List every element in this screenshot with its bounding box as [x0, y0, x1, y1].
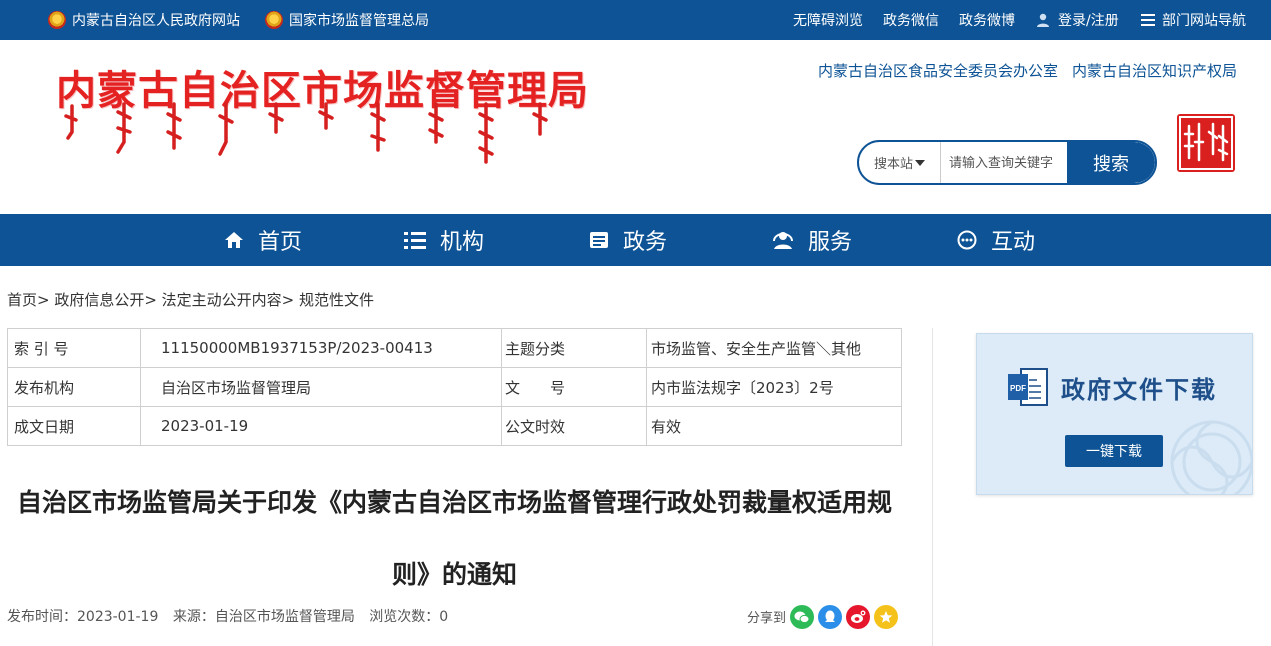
link-wechat[interactable]: 政务微信	[883, 0, 939, 40]
view-count: 浏览次数：0	[369, 609, 449, 625]
seal-logo	[1177, 114, 1235, 172]
value-validity: 有效	[646, 406, 902, 446]
home-icon	[225, 232, 243, 248]
pdf-icon: PDF	[1008, 368, 1048, 406]
nav-interaction[interactable]: 互动	[957, 214, 1035, 266]
link-ip-office[interactable]: 内蒙古自治区知识产权局	[1072, 60, 1237, 81]
mongolian-script-logo	[64, 102, 548, 164]
table-row: 发布机构 自治区市场监督管理局 文 号 内市监法规字〔2023〕2号	[7, 367, 902, 407]
chevron-down-icon	[915, 159, 925, 166]
menu-icon	[1141, 14, 1155, 26]
top-bar: 内蒙古自治区人民政府网站 国家市场监督管理总局 无障碍浏览 政务微信 政务微博 …	[0, 0, 1271, 40]
publish-date: 发布时间：2023-01-19	[7, 609, 159, 625]
qq-icon	[825, 610, 836, 622]
wechat-icon	[794, 611, 810, 623]
label-date: 成文日期	[7, 406, 141, 446]
label-index-number: 索 引 号	[7, 328, 141, 368]
header: 内蒙古自治区市场监督管理局 内蒙古自治区食品安全委员会办公室 内蒙古自治区知识产…	[0, 40, 1271, 214]
service-icon	[773, 232, 793, 249]
link-accessibility[interactable]: 无障碍浏览	[793, 0, 863, 40]
search-box: 搜本站 搜索	[857, 140, 1157, 185]
star-icon	[879, 610, 893, 623]
share-bar: 分享到	[747, 603, 899, 630]
table-row: 索 引 号 11150000MB1937153P/2023-00413 主题分类…	[7, 328, 902, 368]
search-scope-dropdown[interactable]: 搜本站	[859, 142, 941, 183]
link-weibo[interactable]: 政务微博	[959, 0, 1015, 40]
document-meta: 发布时间：2023-01-19 来源：自治区市场监督管理局 浏览次数：0	[7, 606, 458, 626]
download-panel: PDF 政府文件下载 一键下载	[976, 333, 1253, 495]
share-label: 分享到	[747, 611, 787, 626]
link-samr[interactable]: 国家市场监督管理总局	[265, 0, 429, 40]
search-button[interactable]: 搜索	[1067, 142, 1155, 183]
label-topic: 主题分类	[501, 328, 647, 368]
link-food-safety-office[interactable]: 内蒙古自治区食品安全委员会办公室	[818, 60, 1058, 81]
breadcrumb[interactable]: 首页> 政府信息公开> 法定主动公开内容> 规范性文件	[7, 289, 374, 310]
label-validity: 公文时效	[501, 406, 647, 446]
document-title: 自治区市场监管局关于印发《内蒙古自治区市场监督管理行政处罚裁量权适用规 则》的通…	[7, 467, 902, 611]
label-document-number: 文 号	[501, 367, 647, 407]
share-wechat-button[interactable]	[790, 604, 815, 629]
one-click-download-button[interactable]: 一键下载	[1065, 435, 1163, 467]
share-weibo-button[interactable]	[846, 604, 871, 629]
link-inner-mongolia-gov[interactable]: 内蒙古自治区人民政府网站	[48, 0, 240, 40]
header-links: 内蒙古自治区食品安全委员会办公室 内蒙古自治区知识产权局	[818, 60, 1237, 81]
list-icon	[404, 232, 426, 249]
table-row: 成文日期 2023-01-19 公文时效 有效	[7, 406, 902, 446]
value-document-number: 内市监法规字〔2023〕2号	[646, 367, 902, 407]
national-emblem-icon	[265, 11, 283, 29]
document-title-line-2: 则》的通知	[391, 560, 517, 589]
download-title: 政府文件下载	[1061, 375, 1217, 404]
value-date: 2023-01-19	[140, 406, 502, 446]
search-input[interactable]	[941, 155, 1069, 170]
document-title-line-1: 自治区市场监管局关于印发《内蒙古自治区市场监督管理行政处罚裁量权适用规	[16, 488, 892, 517]
nav-government-affairs[interactable]: 政务	[589, 214, 667, 266]
nav-home[interactable]: 首页	[224, 214, 302, 266]
user-icon	[1037, 13, 1049, 27]
value-index-number: 11150000MB1937153P/2023-00413	[140, 328, 502, 368]
document-icon	[590, 232, 608, 248]
value-topic: 市场监管、安全生产监管＼其他	[646, 328, 902, 368]
decorative-pattern-icon	[1170, 420, 1252, 494]
label-publisher: 发布机构	[7, 367, 141, 407]
nav-services[interactable]: 服务	[772, 214, 852, 266]
national-emblem-icon	[48, 11, 66, 29]
dept-nav-link[interactable]: 部门网站导航	[1141, 0, 1246, 40]
nav-organization[interactable]: 机构	[404, 214, 484, 266]
weibo-icon	[851, 610, 866, 623]
main-nav: 首页 机构 政务 服务 互动	[0, 214, 1271, 266]
chat-icon	[957, 230, 977, 250]
column-divider	[932, 328, 933, 646]
svg-text:PDF: PDF	[1010, 384, 1026, 393]
share-qzone-button[interactable]	[874, 604, 899, 629]
document-source: 来源：自治区市场监督管理局	[172, 609, 355, 625]
value-publisher: 自治区市场监督管理局	[140, 367, 502, 407]
login-link[interactable]: 登录/注册	[1036, 0, 1119, 40]
document-info-table: 索 引 号 11150000MB1937153P/2023-00413 主题分类…	[7, 328, 902, 446]
share-qq-button[interactable]	[818, 604, 843, 629]
